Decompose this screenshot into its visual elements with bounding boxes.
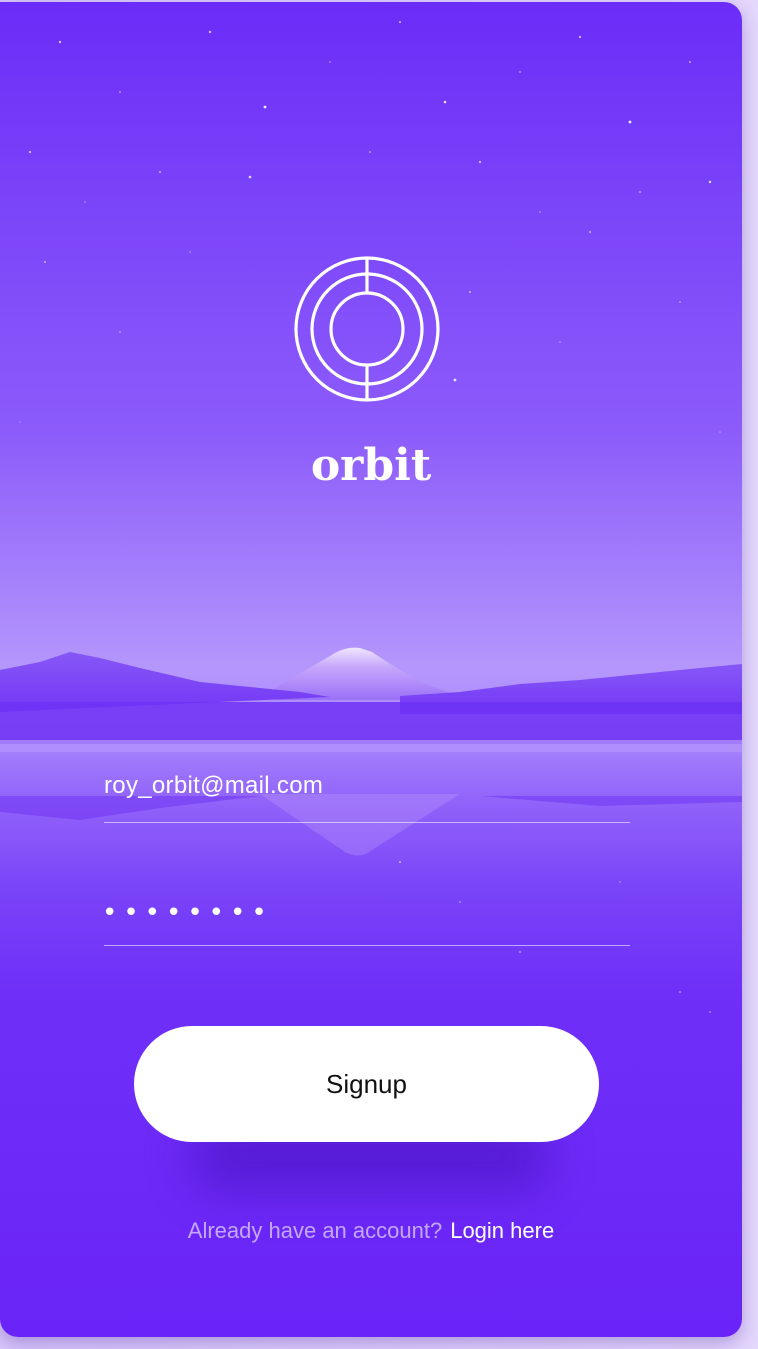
mountain-lake-landscape [0,647,742,856]
email-value: roy_orbit@mail.com [104,772,324,799]
brand-name: orbit [310,440,432,491]
login-prompt: Already have an account? Login here [0,1218,742,1244]
login-link[interactable]: Login here [450,1218,554,1243]
password-field[interactable]: •••••••• [102,892,630,946]
signup-button[interactable]: Signup [134,1026,599,1142]
email-field[interactable]: roy_orbit@mail.com [104,768,630,823]
login-prompt-text: Already have an account? [187,1218,443,1243]
orbit-logo-icon [293,255,441,403]
signup-card: orbit roy_orbit@mail.com •••••••• Signup… [0,2,742,1337]
password-value: •••••••• [102,898,273,928]
